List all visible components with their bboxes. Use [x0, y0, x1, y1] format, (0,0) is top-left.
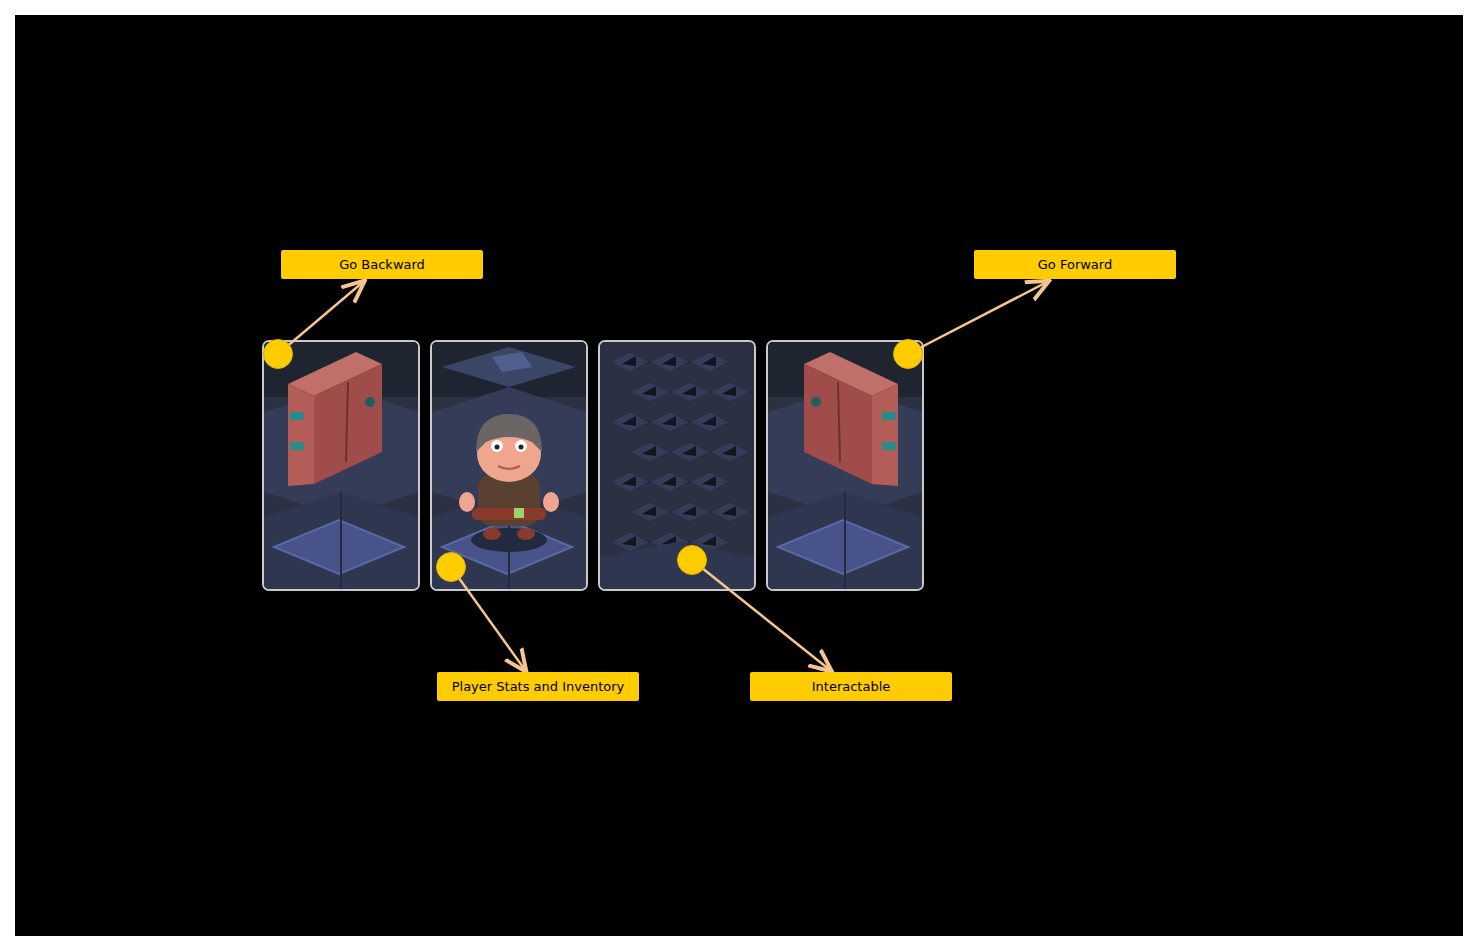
door-icon: [264, 342, 418, 589]
annotation-label: Go Forward: [974, 250, 1176, 279]
annotation-dot: [263, 339, 293, 369]
annotation-arrow: [278, 282, 363, 354]
annotation-label: Interactable: [750, 672, 952, 701]
annotation-arrow: [451, 567, 525, 670]
annotation-label: Player Stats and Inventory: [437, 672, 639, 701]
annotation-dot: [436, 552, 466, 582]
game-canvas: Go Backward Go Forward Player Stats and In…: [15, 15, 1463, 936]
annotation-dot: [893, 339, 923, 369]
annotation-lines: [15, 15, 1463, 936]
annotation-label: Go Backward: [281, 250, 483, 279]
page: Go Backward Go Forward Player Stats and In…: [0, 0, 1478, 951]
spikes-card[interactable]: [598, 340, 756, 591]
annotation-arrow: [908, 282, 1047, 354]
annotation-dot: [677, 545, 707, 575]
door-card[interactable]: [262, 340, 420, 591]
door-icon: [768, 342, 922, 589]
annotation-arrow: [692, 560, 830, 670]
spike-trap-icon: [600, 342, 754, 589]
door-card[interactable]: [766, 340, 924, 591]
